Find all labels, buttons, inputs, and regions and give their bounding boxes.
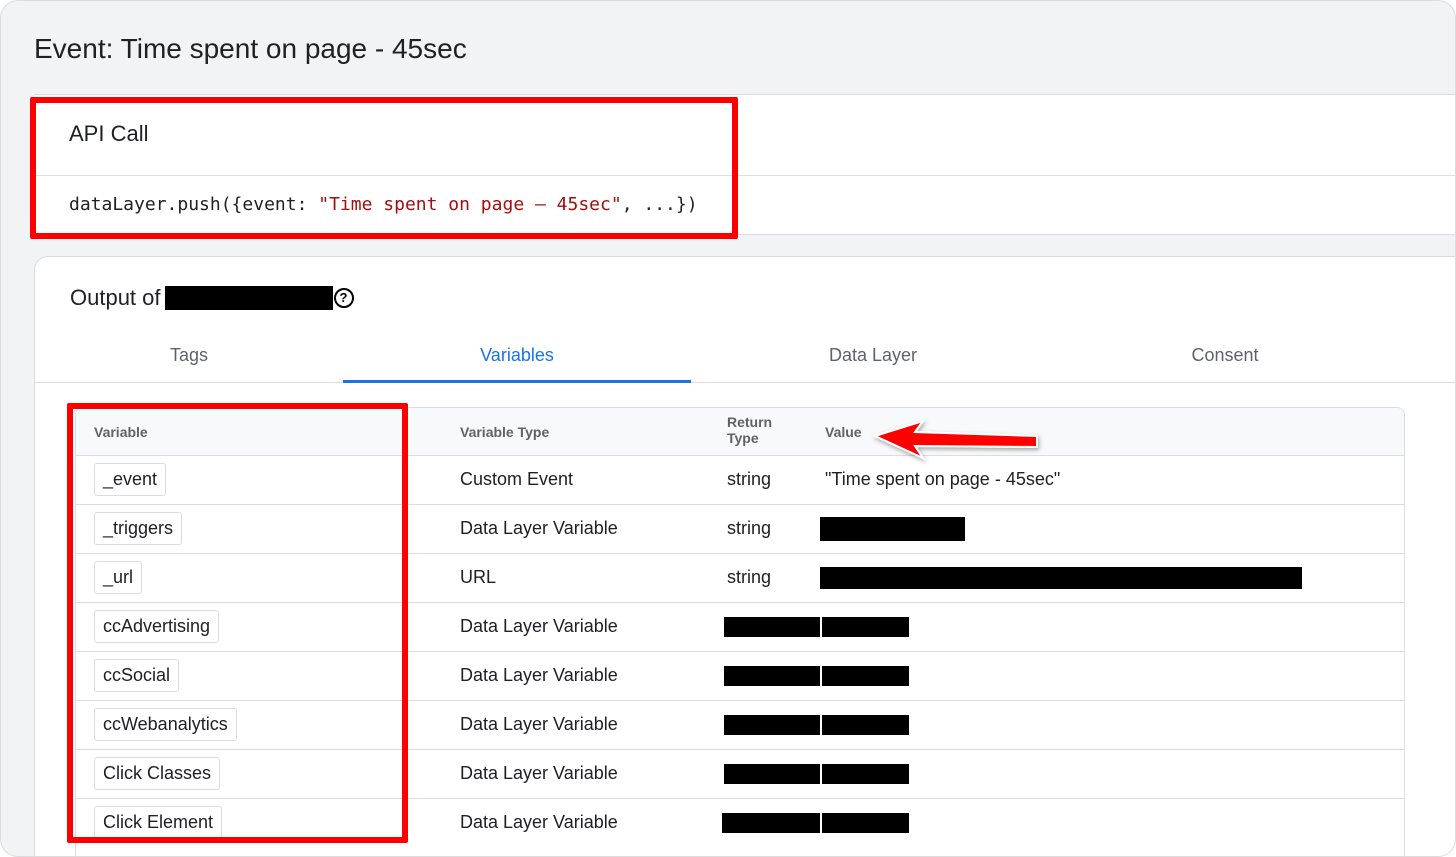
variable-type: Data Layer Variable [460,616,618,636]
output-title-label: Output of [70,285,161,310]
variables-table: Variable Variable Type Return Type Value… [75,407,1405,856]
tab-consent[interactable]: Consent [1055,329,1395,383]
tab-tags[interactable]: Tags [35,329,343,383]
table-row[interactable]: ccAdvertising Data Layer Variable [76,603,1404,652]
redacted-return-type [724,715,820,735]
code-event-string: "Time spent on page – 45sec" [318,194,622,215]
redacted-value [822,764,909,784]
variable-chip[interactable]: Click Element [94,806,223,839]
header-return-type: Return Type [727,414,773,446]
variable-type: Data Layer Variable [460,812,618,832]
table-row[interactable]: Click Classes Data Layer Variable [76,750,1404,799]
header-variable: Variable [94,424,148,440]
table-row[interactable]: Click Element Data Layer Variable [76,799,1404,848]
variable-type: Data Layer Variable [460,714,618,734]
redacted-return-type [724,764,820,784]
redacted-return-type [722,813,820,833]
table-row[interactable]: _url URL string [76,554,1404,603]
api-call-code: dataLayer.push({event: "Time spent on pa… [69,194,698,215]
table-row[interactable]: _triggers Data Layer Variable string [76,505,1404,554]
return-type: string [727,469,772,489]
table-row[interactable]: ccWebanalytics Data Layer Variable [76,701,1404,750]
table-row[interactable]: ccSocial Data Layer Variable [76,652,1404,701]
variable-chip[interactable]: ccAdvertising [94,610,220,643]
question-circle-icon[interactable]: ? [333,288,354,308]
table-row[interactable]: _event Custom Event string "Time spent o… [76,456,1404,505]
redacted-container-name [164,286,333,310]
api-call-heading: API Call [69,121,149,146]
header-value: Value [825,424,862,440]
code-suffix: , ...}) [621,194,698,215]
redacted-value [820,567,1302,589]
redacted-value [820,517,965,541]
variable-type: URL [460,567,497,587]
table-header: Variable Variable Type Return Type Value [76,408,1404,456]
return-type: string [727,518,772,538]
variable-type: Data Layer Variable [460,665,618,685]
variable-type: Custom Event [460,469,574,489]
redacted-value [822,666,909,686]
variable-value: "Time spent on page - 45sec" [825,469,1061,489]
variable-type: Data Layer Variable [460,518,618,538]
variable-chip[interactable]: _triggers [94,512,183,545]
variable-chip[interactable]: Click Classes [94,757,221,790]
tab-variables[interactable]: Variables [343,329,691,383]
api-call-card: API Call dataLayer.push({event: "Time sp… [34,94,1455,235]
variable-chip[interactable]: _event [94,463,167,496]
variable-type: Data Layer Variable [460,763,618,783]
redacted-value [822,813,909,833]
variable-chip[interactable]: _url [94,561,143,594]
tab-data-layer[interactable]: Data Layer [691,329,1055,383]
code-prefix: dataLayer.push({event: [69,194,319,215]
redacted-return-type [724,666,820,686]
output-title: Output of ? [70,285,354,311]
redacted-value [822,617,909,637]
divider [34,175,1455,176]
annotation-arrow-icon [872,419,1038,461]
event-details-panel: Event: Time spent on page - 45sec API Ca… [0,0,1456,857]
header-variable-type: Variable Type [460,424,550,440]
event-title: Event: Time spent on page - 45sec [34,33,467,64]
output-tabs: Tags Variables Data Layer Consent [35,329,1455,383]
redacted-return-type [724,617,820,637]
return-type: string [727,567,772,587]
variable-chip[interactable]: ccSocial [94,659,180,692]
variable-chip[interactable]: ccWebanalytics [94,708,237,741]
redacted-value [822,715,909,735]
output-card: Output of ? Tags Variables Data Layer Co… [34,256,1455,856]
